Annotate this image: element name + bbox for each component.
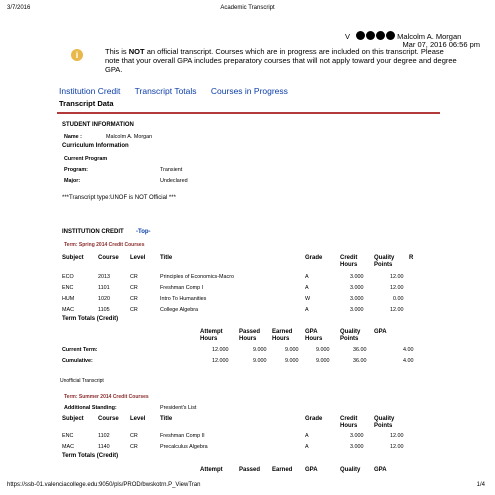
col-gpa: GPA	[374, 329, 387, 335]
link-transcript-totals[interactable]: Transcript Totals	[135, 86, 197, 96]
name-value: Malcolm A. Morgan	[106, 134, 153, 140]
print-url: https://ssb-01.valenciacollege.edu:9050/…	[7, 482, 201, 488]
title-divider	[57, 112, 440, 114]
page-title: Transcript Data	[59, 99, 114, 108]
col-gpa-short: GPA	[305, 467, 318, 473]
transcript-nav: Institution Credit Transcript Totals Cou…	[59, 86, 300, 96]
col-attempt-hours: Attempt Hours	[200, 329, 223, 342]
unofficial-notice: i This is NOT an official transcript. Co…	[71, 47, 457, 74]
col-credit-hours: Credit Hours	[340, 416, 358, 429]
col-level: Level	[130, 416, 146, 422]
redaction-mark	[356, 31, 366, 40]
col-course: Course	[98, 416, 119, 422]
col-earned-hours: Earned Hours	[272, 329, 293, 342]
unofficial-watermark: Unofficial Transcript	[60, 378, 104, 384]
col-grade: Grade	[305, 255, 323, 261]
redaction-mark	[386, 31, 396, 40]
institution-credit-heading: INSTITUTION CREDIT	[62, 229, 124, 235]
major-value: Undeclared	[160, 178, 188, 184]
col-passed: Passed	[239, 467, 261, 473]
user-prefix: V	[345, 32, 351, 41]
col-gpa-final: GPA	[374, 467, 387, 473]
col-passed-hours: Passed Hours	[239, 329, 261, 342]
col-title: Title	[160, 255, 173, 261]
col-grade: Grade	[305, 416, 323, 422]
col-level: Level	[130, 255, 146, 261]
term-totals-heading: Term Totals (Credit)	[62, 453, 119, 459]
col-totals-quality-points: Quality Points	[340, 329, 361, 342]
link-institution-credit[interactable]: Institution Credit	[59, 86, 120, 96]
transcript-type: ***Transcript type:UNOF is NOT Official …	[62, 195, 176, 201]
col-quality: Quality	[340, 467, 361, 473]
col-earned: Earned	[272, 467, 293, 473]
redaction-mark	[376, 31, 386, 40]
col-quality-points: Quality Points	[374, 255, 395, 268]
col-r: R	[409, 255, 414, 261]
additional-standing-value: President's List	[160, 405, 197, 411]
col-subject: Subject	[62, 416, 84, 422]
col-title: Title	[160, 416, 173, 422]
col-attempt: Attempt	[200, 467, 223, 473]
info-icon: i	[71, 49, 83, 61]
term-heading: Term: Summer 2014 Credit Courses	[64, 394, 149, 400]
student-info-heading: STUDENT INFORMATION	[62, 122, 134, 128]
curriculum-heading: Curriculum Information	[62, 143, 129, 149]
col-gpa-hours: GPA Hours	[305, 329, 323, 342]
program-label: Program:	[64, 167, 88, 173]
link-courses-in-progress[interactable]: Courses in Progress	[211, 86, 288, 96]
col-credit-hours: Credit Hours	[340, 255, 358, 268]
col-quality-points: Quality Points	[374, 416, 395, 429]
major-label: Major:	[64, 178, 81, 184]
program-value: Transient	[160, 167, 183, 173]
redaction-mark	[366, 31, 376, 40]
additional-standing-label: Additional Standing:	[64, 405, 117, 411]
current-program-label: Current Program	[64, 156, 108, 162]
term-totals-heading: Term Totals (Credit)	[62, 316, 119, 322]
term-heading: Term: Spring 2014 Credit Courses	[64, 242, 145, 248]
top-link[interactable]: -Top-	[136, 229, 151, 235]
name-label: Name :	[64, 134, 82, 140]
col-subject: Subject	[62, 255, 84, 261]
print-page-number: 1/4	[476, 482, 485, 488]
col-course: Course	[98, 255, 119, 261]
print-title: Academic Transcript	[220, 5, 275, 11]
